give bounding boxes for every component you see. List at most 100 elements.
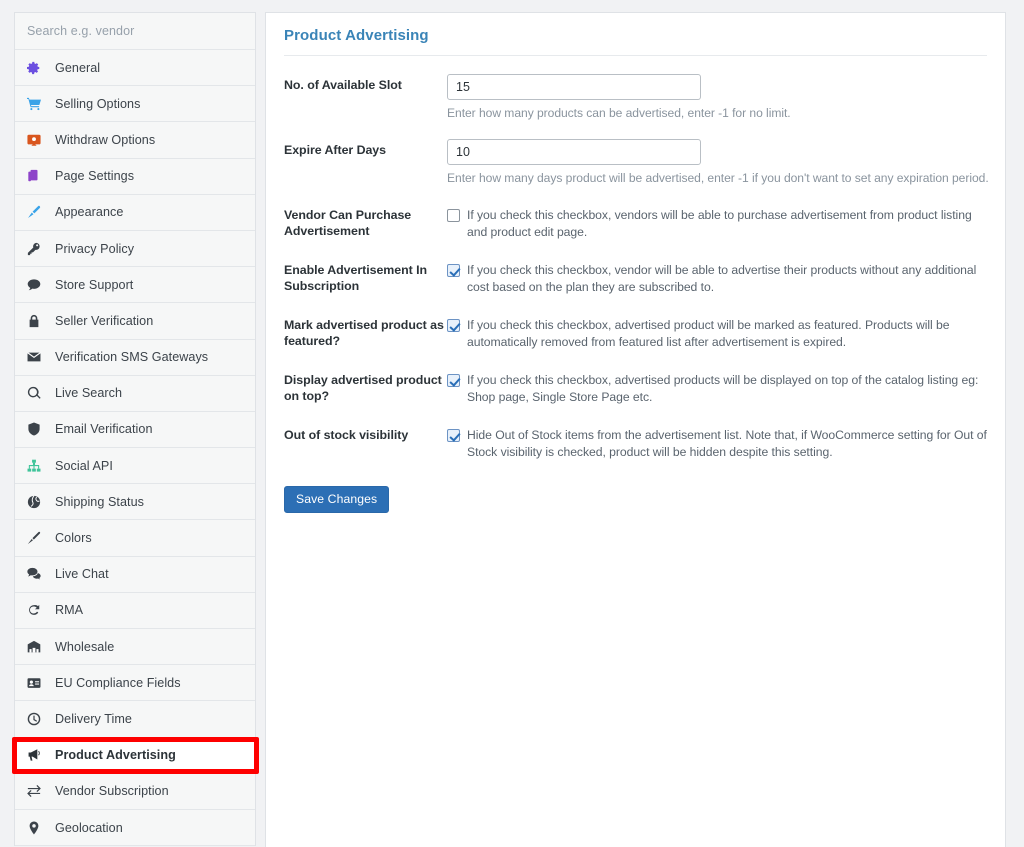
sidebar-item-live-search[interactable]: Live Search — [15, 376, 255, 412]
sidebar-item-product-advertising[interactable]: Product Advertising — [15, 738, 255, 774]
sidebar-item-geolocation[interactable]: Geolocation — [15, 810, 255, 846]
sidebar-item-privacy-policy[interactable]: Privacy Policy — [15, 231, 255, 267]
search-input-placeholder: Search e.g. vendor — [27, 24, 134, 38]
field-control: If you check this checkbox, vendors will… — [447, 207, 995, 241]
map-pin-icon — [27, 820, 47, 836]
form-row: Out of stock visibility Hide Out of Stock… — [266, 406, 1005, 461]
sidebar-item-social-api[interactable]: Social API — [15, 448, 255, 484]
field-control: Hide Out of Stock items from the adverti… — [447, 427, 995, 461]
field-help-text: Enter how many days product will be adve… — [447, 170, 995, 186]
form-row: Vendor Can Purchase Advertisement If you … — [266, 186, 1005, 241]
sidebar-item-label: Wholesale — [55, 640, 114, 654]
warehouse-icon — [27, 639, 47, 655]
sidebar-item-rma[interactable]: RMA — [15, 593, 255, 629]
sidebar-item-wholesale[interactable]: Wholesale — [15, 629, 255, 665]
sidebar-item-label: Email Verification — [55, 422, 153, 436]
sidebar-item-delivery-time[interactable]: Delivery Time — [15, 701, 255, 737]
shield-icon — [27, 421, 47, 437]
checkbox-wrap: If you check this checkbox, vendors will… — [447, 207, 995, 241]
clock-icon — [27, 711, 47, 727]
sidebar-item-colors[interactable]: Colors — [15, 520, 255, 556]
sidebar-item-label: Live Search — [55, 386, 122, 400]
sidebar-search[interactable]: Search e.g. vendor — [15, 13, 255, 50]
sidebar-item-email-verification[interactable]: Email Verification — [15, 412, 255, 448]
sidebar-item-page-settings[interactable]: Page Settings — [15, 159, 255, 195]
sidebar-item-label: Delivery Time — [55, 712, 132, 726]
field-label: No. of Available Slot — [284, 74, 447, 121]
checkbox-description: Hide Out of Stock items from the adverti… — [467, 427, 995, 461]
sidebar-item-label: Live Chat — [55, 567, 109, 581]
sidebar-item-label: Geolocation — [55, 821, 123, 835]
sidebar-item-label: Withdraw Options — [55, 133, 155, 147]
field-label: Expire After Days — [284, 139, 447, 186]
checkbox-wrap: If you check this checkbox, vendor will … — [447, 262, 995, 296]
sidebar-item-label: General — [55, 61, 100, 75]
form-row: No. of Available SlotEnter how many prod… — [266, 56, 1005, 121]
megaphone-icon — [27, 747, 47, 763]
exchange-icon — [27, 783, 47, 799]
sidebar-item-selling-options[interactable]: Selling Options — [15, 86, 255, 122]
field-control: Enter how many days product will be adve… — [447, 139, 995, 186]
sidebar-item-label: Product Advertising — [55, 748, 176, 762]
brush-icon — [27, 204, 47, 220]
checkbox-vendor-can-purchase-advertisement[interactable] — [447, 209, 460, 222]
field-label: Vendor Can Purchase Advertisement — [284, 207, 447, 241]
checkbox-description: If you check this checkbox, vendors will… — [467, 207, 995, 241]
checkbox-mark-advertised-product-as-featured[interactable] — [447, 319, 460, 332]
globe-icon — [27, 494, 47, 510]
form-row: Display advertised product on top? If you… — [266, 351, 1005, 406]
sidebar-item-eu-compliance-fields[interactable]: EU Compliance Fields — [15, 665, 255, 701]
checkbox-display-advertised-product-on-top[interactable] — [447, 374, 460, 387]
sidebar-item-seller-verification[interactable]: Seller Verification — [15, 303, 255, 339]
checkbox-wrap: If you check this checkbox, advertised p… — [447, 372, 995, 406]
field-control: If you check this checkbox, advertised p… — [447, 317, 995, 351]
sidebar-item-label: Seller Verification — [55, 314, 153, 328]
field-label: Enable Advertisement In Subscription — [284, 262, 447, 296]
sidebar-item-live-chat[interactable]: Live Chat — [15, 557, 255, 593]
sidebar-item-label: RMA — [55, 603, 83, 617]
checkbox-description: If you check this checkbox, advertised p… — [467, 372, 995, 406]
available-slot-input[interactable] — [447, 74, 701, 100]
sidebar-item-appearance[interactable]: Appearance — [15, 195, 255, 231]
page-root: Search e.g. vendor General Selling Option… — [0, 0, 1024, 847]
sidebar-item-vendor-subscription[interactable]: Vendor Subscription — [15, 774, 255, 810]
page-title: Product Advertising — [266, 13, 1005, 44]
field-control: If you check this checkbox, vendor will … — [447, 262, 995, 296]
field-label: Out of stock visibility — [284, 427, 447, 461]
top-strip — [0, 0, 1024, 8]
field-label: Mark advertised product as featured? — [284, 317, 447, 351]
sidebar-item-label: Store Support — [55, 278, 133, 292]
sidebar-item-store-support[interactable]: Store Support — [15, 267, 255, 303]
field-control: Enter how many products can be advertise… — [447, 74, 995, 121]
paintbrush-icon — [27, 530, 47, 546]
sidebar-item-label: Social API — [55, 459, 113, 473]
checkbox-enable-advertisement-in-subscription[interactable] — [447, 264, 460, 277]
save-changes-button[interactable]: Save Changes — [284, 486, 389, 513]
gear-icon — [27, 60, 47, 76]
checkbox-out-of-stock-visibility[interactable] — [447, 429, 460, 442]
settings-form: No. of Available SlotEnter how many prod… — [266, 56, 1005, 513]
form-row: Expire After DaysEnter how many days pro… — [266, 121, 1005, 186]
settings-sidebar: Search e.g. vendor General Selling Option… — [14, 12, 256, 846]
chat-bubble-icon — [27, 277, 47, 293]
sidebar-item-shipping-status[interactable]: Shipping Status — [15, 484, 255, 520]
magnifier-icon — [27, 385, 47, 401]
save-button-wrap: Save Changes — [266, 461, 1005, 513]
sidebar-item-withdraw-options[interactable]: Withdraw Options — [15, 122, 255, 158]
pages-icon — [27, 168, 47, 184]
sidebar-item-verification-sms-gateways[interactable]: Verification SMS Gateways — [15, 340, 255, 376]
field-control: If you check this checkbox, advertised p… — [447, 372, 995, 406]
sidebar-item-label: Shipping Status — [55, 495, 144, 509]
expire-after-days-input[interactable] — [447, 139, 701, 165]
envelope-icon — [27, 349, 47, 365]
sidebar-item-label: Privacy Policy — [55, 242, 134, 256]
form-row: Enable Advertisement In Subscription If y… — [266, 241, 1005, 296]
checkbox-wrap: If you check this checkbox, advertised p… — [447, 317, 995, 351]
chats-icon — [27, 566, 47, 582]
field-help-text: Enter how many products can be advertise… — [447, 105, 995, 121]
settings-content-panel: Product Advertising No. of Available Slo… — [265, 12, 1006, 847]
sidebar-item-general[interactable]: General — [15, 50, 255, 86]
checkbox-group: Vendor Can Purchase Advertisement If you … — [266, 186, 1005, 461]
checkbox-description: If you check this checkbox, vendor will … — [467, 262, 995, 296]
field-label: Display advertised product on top? — [284, 372, 447, 406]
